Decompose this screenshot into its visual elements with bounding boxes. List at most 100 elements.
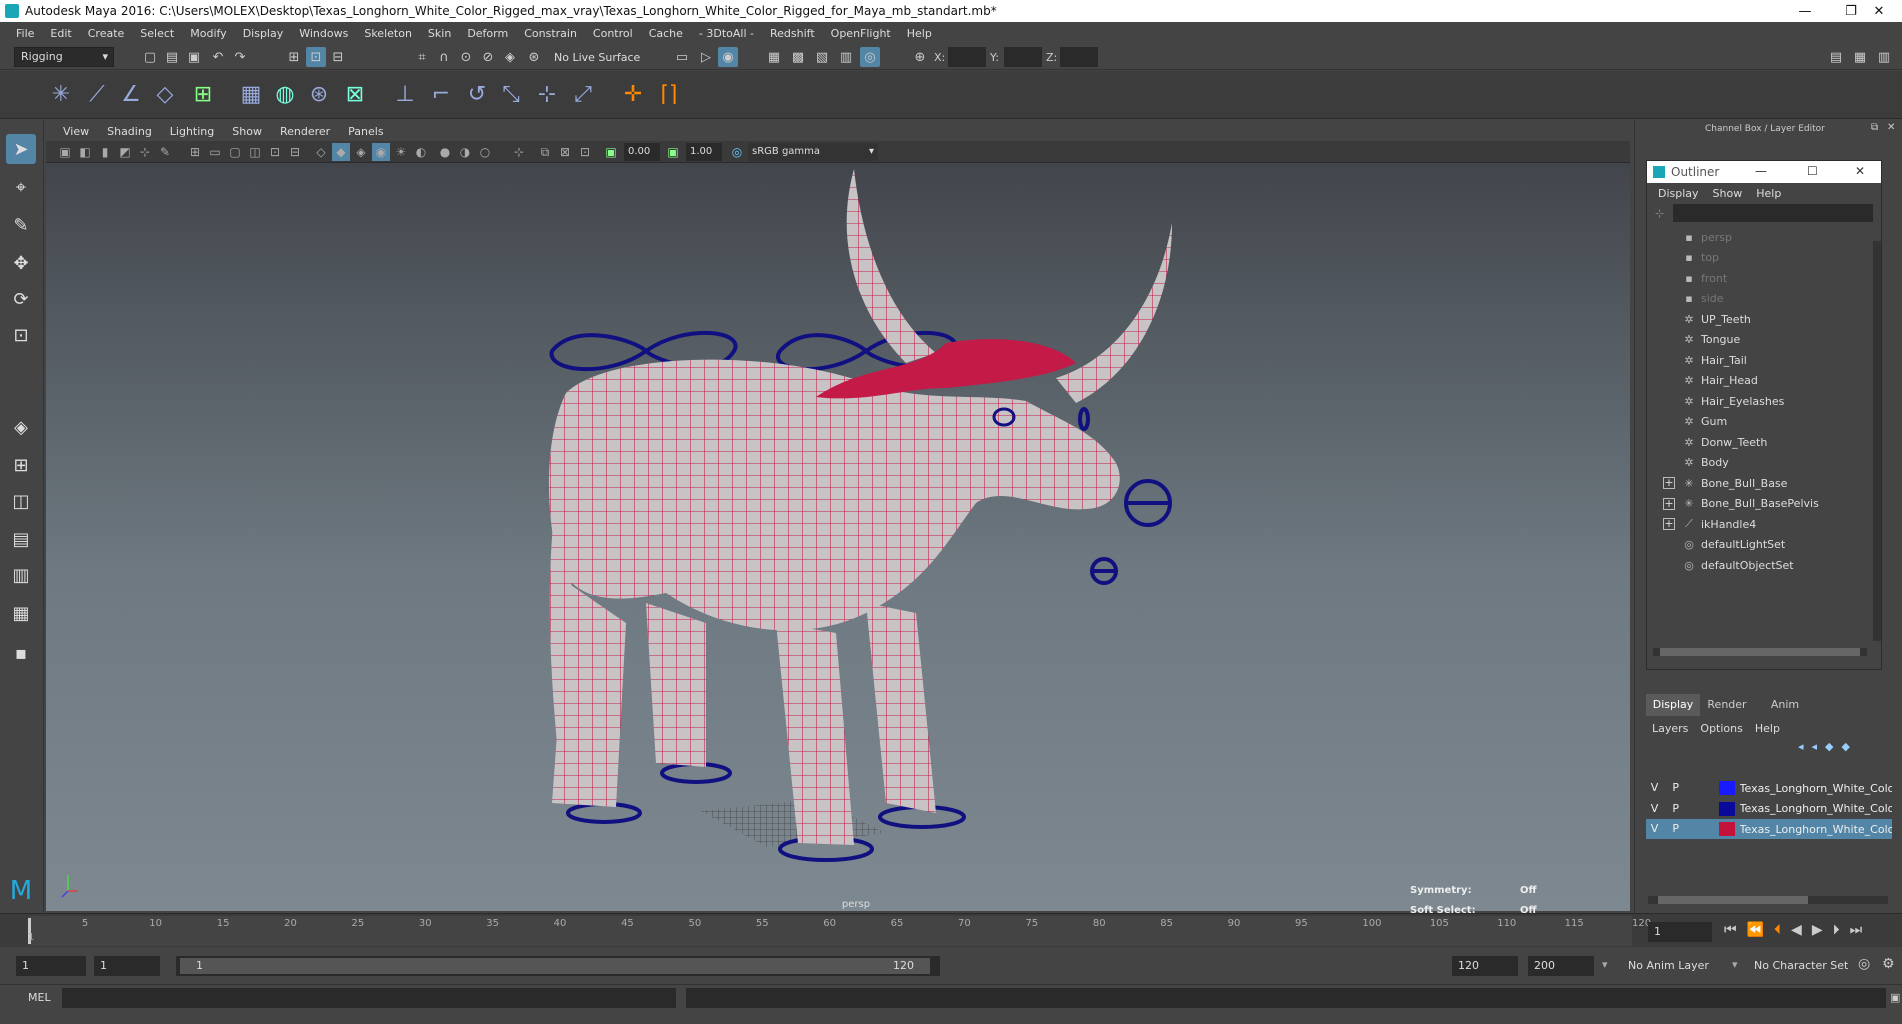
snap-point-icon[interactable]: ⊙ — [456, 47, 476, 67]
menu-edit[interactable]: Edit — [42, 27, 79, 40]
textured-icon[interactable]: ◉ — [372, 143, 390, 161]
outliner-menu-help[interactable]: Help — [1749, 187, 1788, 200]
ik-handle-tool-icon[interactable]: ⟋ — [80, 77, 114, 111]
outliner-item[interactable]: ✲ Tongue — [1647, 330, 1867, 350]
outliner-item[interactable]: ▪ side — [1647, 289, 1867, 309]
screen-space-ao-icon[interactable]: ● — [436, 143, 454, 161]
custom-layout-icon[interactable]: ▪ — [6, 638, 36, 668]
layer-color-swatch[interactable] — [1719, 822, 1735, 836]
live-surface-icon[interactable]: ⊛ — [524, 47, 544, 67]
expand-icon[interactable]: + — [1663, 518, 1675, 530]
auto-key-icon[interactable]: ◎ — [1858, 956, 1870, 972]
blend-shape-icon[interactable]: ⊠ — [338, 77, 372, 111]
panel-menu-show[interactable]: Show — [223, 125, 271, 138]
snap-curve-icon[interactable]: ∩ — [434, 47, 454, 67]
bookmark-icon[interactable]: ▮ — [96, 143, 114, 161]
use-all-lights-icon[interactable]: ☀ — [392, 143, 410, 161]
command-input[interactable] — [62, 988, 676, 1008]
redo-icon[interactable]: ↷ — [230, 47, 250, 67]
outliner-item[interactable]: ✲ Hair_Head — [1647, 371, 1867, 391]
panel-menu-view[interactable]: View — [54, 125, 98, 138]
expand-icon[interactable]: + — [1663, 477, 1675, 489]
outliner-search-input[interactable] — [1673, 204, 1873, 222]
menu-set-selector[interactable]: Rigging ▾ — [14, 47, 114, 67]
scale-constraint-icon[interactable]: ⤡ — [494, 77, 528, 111]
wireframe-icon[interactable]: ◇ — [312, 143, 330, 161]
camera-attributes-icon[interactable]: ◧ — [76, 143, 94, 161]
menu-deform[interactable]: Deform — [459, 27, 516, 40]
cluster-icon[interactable]: ◍ — [268, 77, 302, 111]
exposure-icon[interactable]: ▣ — [602, 143, 620, 161]
color-management-icon[interactable]: ◎ — [728, 143, 746, 161]
scrollbar-thumb[interactable] — [1660, 648, 1860, 656]
outliner-item[interactable]: ✲ Hair_Tail — [1647, 350, 1867, 370]
side-by-side-layout-icon[interactable]: ◫ — [6, 486, 36, 516]
render-redshift-icon[interactable]: ◎ — [860, 47, 880, 67]
perspective-viewport[interactable]: Symmetry: Off Soft Select: Off persp — [46, 163, 1630, 916]
orient-constraint-icon[interactable]: ↺ — [460, 77, 494, 111]
new-scene-icon[interactable]: ▢ — [140, 47, 160, 67]
chevron-down-icon[interactable]: ▾ — [1602, 958, 1608, 971]
scale-tool-icon[interactable]: ⊡ — [6, 320, 36, 350]
layer-menu-options[interactable]: Options — [1694, 722, 1748, 735]
panel-menu-renderer[interactable]: Renderer — [271, 125, 339, 138]
panel-menu-shading[interactable]: Shading — [98, 125, 161, 138]
select-camera-icon[interactable]: ▣ — [56, 143, 74, 161]
undo-icon[interactable]: ↶ — [208, 47, 228, 67]
layer-display-type-toggle[interactable] — [1688, 801, 1705, 817]
render-view-icon[interactable]: ▷ — [696, 47, 716, 67]
chevron-down-icon[interactable]: ▾ — [1732, 958, 1738, 971]
construction-history-icon[interactable]: ▭ — [672, 47, 692, 67]
field-chart-icon[interactable]: ⊡ — [266, 143, 284, 161]
layer-horizontal-scrollbar[interactable] — [1648, 896, 1888, 904]
xray-joints-icon[interactable]: ⊠ — [556, 143, 574, 161]
menu-select[interactable]: Select — [132, 27, 182, 40]
menu-redshift[interactable]: Redshift — [762, 27, 823, 40]
lattice-icon[interactable]: ▦ — [234, 77, 268, 111]
float-panel-icon[interactable]: ⧉ — [1871, 122, 1878, 133]
menu-3dtoall[interactable]: - 3DtoAll - — [691, 27, 762, 40]
z-coordinate-input[interactable] — [1060, 47, 1098, 67]
rotate-tool-icon[interactable]: ⟳ — [6, 284, 36, 314]
hypershade-icon[interactable]: ▧ — [812, 47, 832, 67]
snap-surface-icon[interactable]: ◈ — [500, 47, 520, 67]
close-button[interactable]: ✕ — [1856, 0, 1902, 22]
panel-menu-panels[interactable]: Panels — [339, 125, 392, 138]
playback-end-input[interactable]: 120 — [1452, 956, 1518, 976]
current-frame-input[interactable]: 1 — [1648, 922, 1712, 942]
layer-playback-toggle[interactable]: P — [1667, 801, 1684, 817]
lasso-tool-icon[interactable]: ⌖ — [6, 172, 36, 202]
film-gate-icon[interactable]: ▭ — [206, 143, 224, 161]
menu-help[interactable]: Help — [899, 27, 940, 40]
outliner-vertical-scrollbar[interactable] — [1873, 241, 1881, 641]
outliner-item[interactable]: ▪ persp — [1647, 227, 1867, 247]
hypergraph-layout-icon[interactable]: ▦ — [6, 598, 36, 628]
panel-menu-lighting[interactable]: Lighting — [161, 125, 223, 138]
render-settings-icon[interactable]: ◉ — [718, 47, 738, 67]
outliner-item[interactable]: ▪ top — [1647, 248, 1867, 268]
xray-icon[interactable]: ⧉ — [536, 143, 554, 161]
point-constraint-icon[interactable]: ⊥ — [388, 77, 422, 111]
outliner-horizontal-scrollbar[interactable] — [1653, 648, 1867, 656]
modeling-toolkit-icon[interactable]: ▤ — [1826, 47, 1846, 67]
layer-menu-help[interactable]: Help — [1749, 722, 1786, 735]
outliner-item[interactable]: ✲ Donw_Teeth — [1647, 432, 1867, 452]
layer-display-type-toggle[interactable] — [1688, 821, 1705, 837]
isolate-select-icon[interactable]: ⊹ — [510, 143, 528, 161]
tab-render[interactable]: Render — [1700, 694, 1754, 716]
minimize-icon[interactable]: — — [1755, 164, 1767, 178]
skin-bind-icon[interactable]: ⊞ — [186, 77, 220, 111]
resolution-gate-icon[interactable]: ▢ — [226, 143, 244, 161]
menu-modify[interactable]: Modify — [182, 27, 234, 40]
four-view-layout-icon[interactable]: ⊞ — [6, 450, 36, 480]
motion-blur-icon[interactable]: ◑ — [456, 143, 474, 161]
joint-tool-icon[interactable]: ✳ — [44, 77, 78, 111]
menu-control[interactable]: Control — [585, 27, 641, 40]
smooth-shade-icon[interactable]: ◆ — [332, 143, 350, 161]
select-by-hierarchy-icon[interactable]: ⊞ — [284, 47, 304, 67]
graph-editor-layout-icon[interactable]: ▥ — [6, 560, 36, 590]
expand-icon[interactable]: + — [1663, 497, 1675, 510]
layer-visibility-toggle[interactable]: V — [1646, 801, 1663, 817]
command-language-label[interactable]: MEL — [28, 991, 51, 1004]
transform-input-icon[interactable]: ⊕ — [910, 47, 930, 67]
